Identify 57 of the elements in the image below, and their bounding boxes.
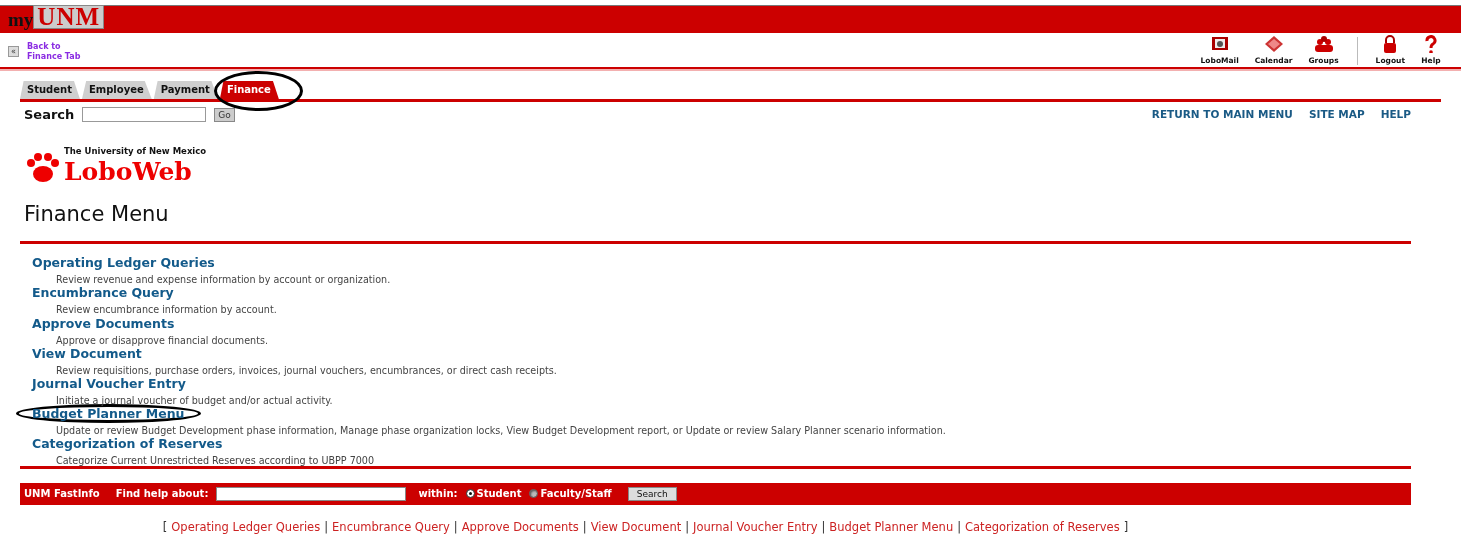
logo-subtitle: The University of New Mexico [64, 146, 207, 155]
bracket: [ [162, 518, 168, 536]
menu-description: Review encumbrance information by account. [55, 304, 278, 317]
menu-link[interactable]: Categorization of Reserves [32, 436, 223, 452]
footer-link[interactable]: Operating Ledger Queries [171, 518, 321, 536]
footer-link[interactable]: Categorization of Reserves [965, 518, 1120, 536]
tab[interactable]: Payment [153, 81, 218, 99]
radio-button[interactable] [529, 489, 539, 498]
page-heading: Finance Menu [24, 202, 170, 228]
logo-text: UNM [33, 5, 105, 29]
nav-link[interactable]: RETURN TO MAIN MENU [1151, 106, 1293, 123]
footer-link[interactable]: Encumbrance Query [332, 518, 450, 536]
menu-link[interactable]: Budget Planner Menu [32, 406, 185, 422]
menu-description: Update or review Budget Development phase information, Manage phase organization locks, View Budget Development report, or Update or review Salary Planner scenario information. [55, 425, 947, 438]
separator: | [685, 518, 690, 536]
menu-description: Review revenue and expense information by account or organization. [55, 274, 392, 287]
menu-description: Categorize Current Unrestricted Reserves according to UBPP 7000 [55, 455, 376, 468]
logo-text: my [8, 10, 34, 29]
menu-link[interactable]: Operating Ledger Queries [32, 255, 215, 271]
people-icon [1313, 35, 1334, 54]
search-field[interactable] [82, 107, 207, 123]
tab[interactable]: Employee [81, 81, 152, 99]
help-search-field[interactable] [216, 486, 407, 501]
menu-description: Initiate a journal voucher of budget and/or actual activity. [55, 394, 334, 407]
menu-description: Review requisitions, purchase orders, invoices, journal vouchers, encumbrances, or direct cash receipts. [55, 364, 558, 377]
nav-link[interactable]: HELP [1380, 106, 1411, 123]
logo-title: LoboWeb [64, 159, 193, 184]
radio-button[interactable] [465, 489, 475, 498]
radio-option[interactable]: Faculty/Staff [529, 486, 612, 501]
separator: | [821, 518, 826, 536]
footer-link[interactable]: Budget Planner Menu [829, 518, 954, 536]
menu-link[interactable]: Approve Documents [32, 315, 175, 331]
back-button[interactable]: « [8, 46, 19, 57]
back-link[interactable]: Back to Finance Tab [26, 42, 81, 62]
separator: | [453, 518, 458, 536]
separator: | [582, 518, 587, 536]
nav-link[interactable]: SITE MAP [1308, 106, 1365, 123]
within-label: within: [418, 487, 458, 501]
separator: | [957, 518, 962, 536]
tab[interactable]: Student [20, 81, 80, 99]
radio-option[interactable]: Student [465, 486, 522, 501]
menu-link[interactable]: Encumbrance Query [32, 285, 174, 301]
tab[interactable]: Finance [219, 81, 279, 99]
search-label: Search [24, 106, 75, 124]
footer-link[interactable]: Journal Voucher Entry [693, 518, 818, 536]
bracket: ] [1123, 518, 1129, 536]
search-button[interactable]: Search [627, 486, 677, 501]
footer-link[interactable]: Approve Documents [461, 518, 579, 536]
go-button[interactable]: Go [214, 107, 235, 122]
find-label: Find help about: [115, 487, 209, 501]
menu-link[interactable]: Journal Voucher Entry [32, 375, 186, 391]
footer-link[interactable]: View Document [590, 518, 682, 536]
fastinfo-title: UNM FastInfo [24, 487, 100, 501]
calendar-icon [1263, 35, 1284, 54]
menu-description: Approve or disapprove financial documents. [55, 334, 269, 347]
menu-link[interactable]: View Document [32, 345, 142, 361]
separator: | [324, 518, 329, 536]
